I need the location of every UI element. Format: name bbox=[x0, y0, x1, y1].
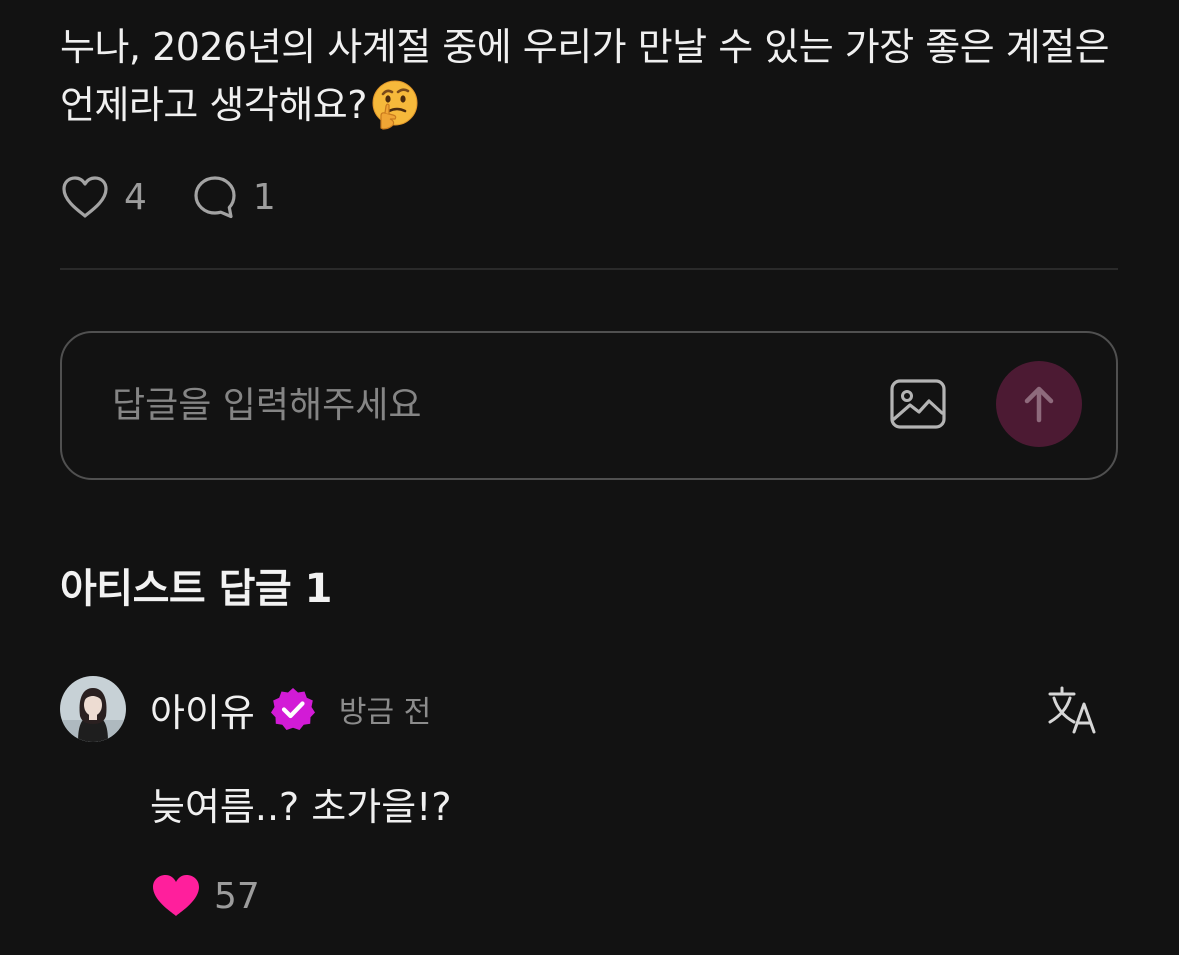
comment-text: 늦여름..? 초가을!? bbox=[150, 785, 452, 829]
post-like-count: 4 bbox=[124, 176, 147, 218]
post-text: 누나, 2026년의 사계절 중에 우리가 만날 수 있는 가장 좋은 계절은 … bbox=[60, 18, 1130, 134]
translate-button[interactable] bbox=[1046, 684, 1098, 736]
thinking-face-emoji-icon bbox=[372, 80, 418, 130]
speech-bubble-icon bbox=[194, 176, 236, 219]
verified-badge-icon bbox=[270, 688, 315, 730]
comment-time: 방금 전 bbox=[338, 695, 432, 730]
reply-input[interactable] bbox=[112, 373, 852, 437]
post-stats: 4 1 bbox=[60, 172, 276, 222]
post-text-content: 누나, 2026년의 사계절 중에 우리가 만날 수 있는 가장 좋은 계절은 … bbox=[60, 25, 1110, 127]
post-comment-count: 1 bbox=[252, 176, 276, 218]
artist-replies-title: 아티스트 답글 1 bbox=[60, 566, 332, 612]
send-button[interactable] bbox=[996, 361, 1082, 447]
translate-icon bbox=[1048, 686, 1096, 734]
comment-header: 아이유 방금 전 bbox=[150, 682, 431, 736]
divider bbox=[60, 268, 1118, 270]
post-like-button[interactable]: 4 bbox=[60, 174, 147, 220]
avatar[interactable] bbox=[60, 676, 126, 742]
avatar-image bbox=[60, 676, 126, 742]
heart-outline-icon bbox=[62, 176, 108, 218]
post-comment-button[interactable]: 1 bbox=[191, 173, 276, 221]
comment-like-button[interactable]: 57 bbox=[150, 868, 260, 924]
reply-box bbox=[60, 331, 1118, 480]
image-icon bbox=[890, 379, 946, 429]
author-name[interactable]: 아이유 bbox=[150, 682, 255, 737]
comment-like-count: 57 bbox=[214, 875, 260, 917]
arrow-up-icon bbox=[1024, 386, 1054, 423]
heart-filled-icon bbox=[153, 875, 199, 916]
attach-image-button[interactable] bbox=[888, 375, 948, 435]
